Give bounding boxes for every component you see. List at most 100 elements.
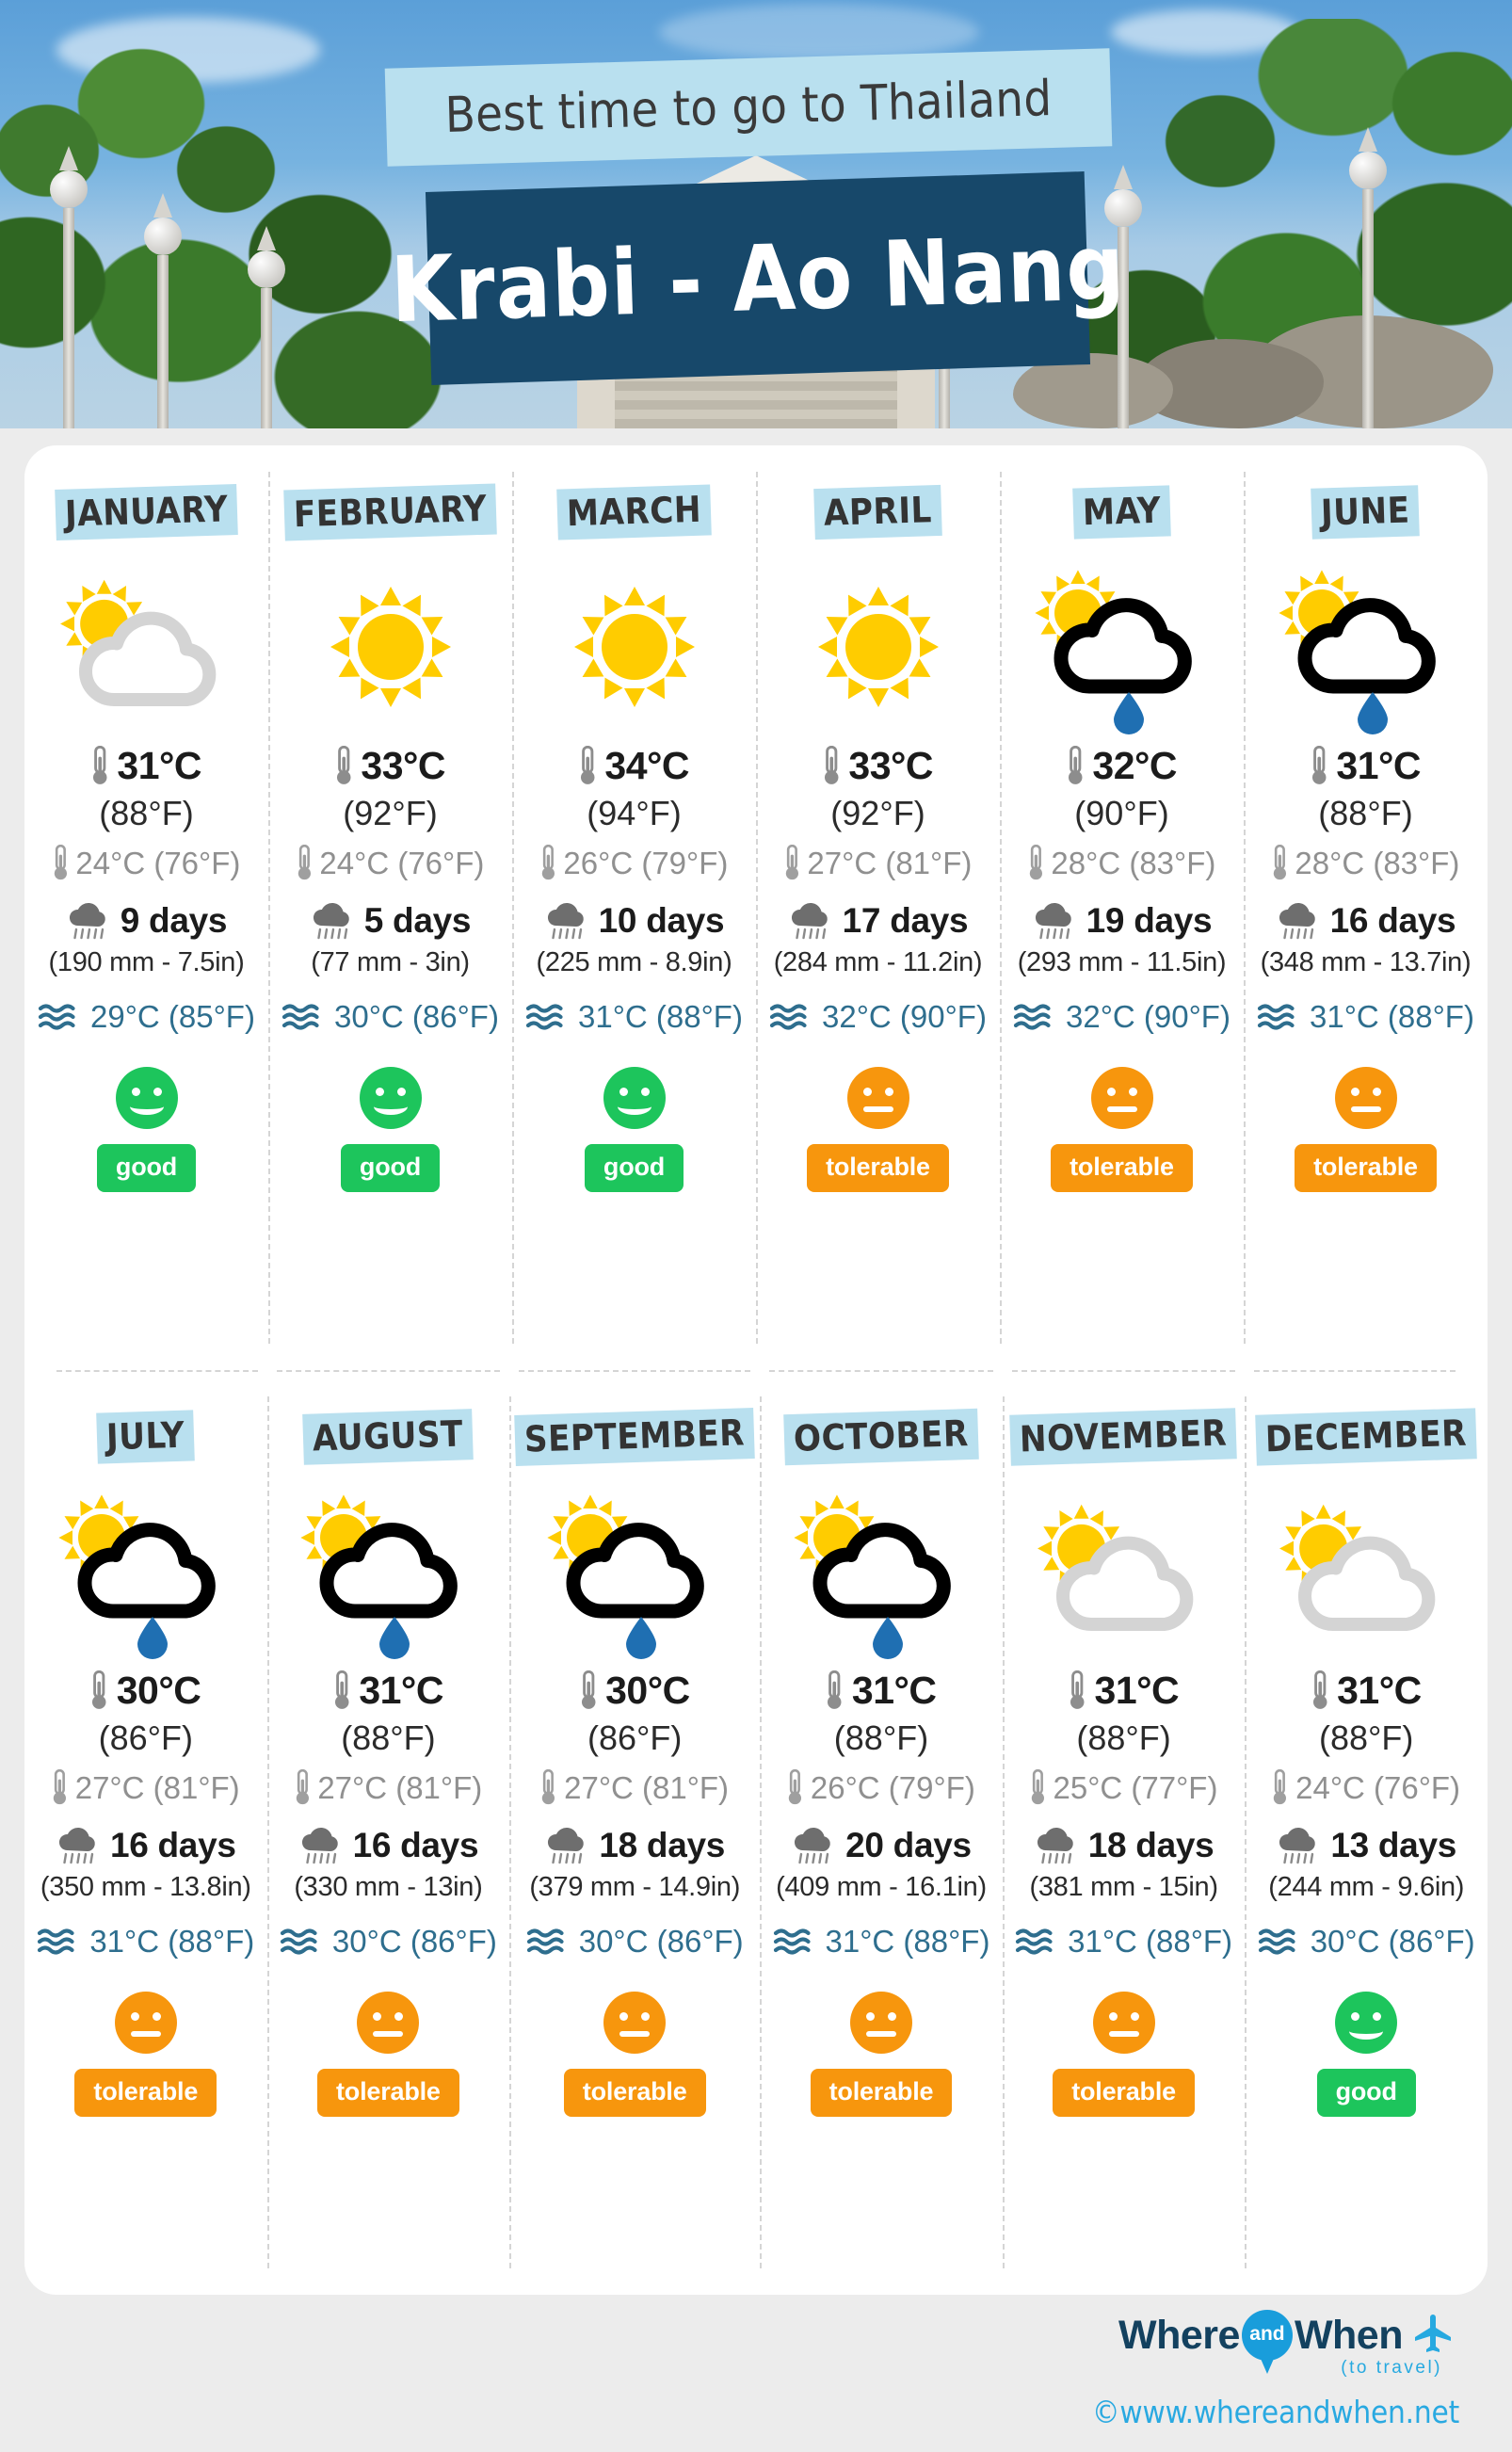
- max-temp-celsius: 33°C: [361, 744, 446, 787]
- hero-subtitle-banner: Best time to go to Thailand: [384, 48, 1113, 167]
- month-column: FEBRUARY 33°C (92°F) 24°C (76°F) 5 days …: [268, 445, 512, 1370]
- month-name: JUNE: [1320, 489, 1411, 534]
- sun-cloud-rain-icon: [47, 1485, 245, 1659]
- month-name: OCTOBER: [793, 1412, 970, 1460]
- month-label-badge: SEPTEMBER: [514, 1408, 755, 1466]
- month-name: APRIL: [823, 489, 933, 534]
- page-title: Krabi - Ao Nang: [389, 214, 1127, 343]
- month-column: JULY 30°C (86°F) 27°C (81°F) 16 days (35…: [24, 1370, 267, 2295]
- waves-icon: [1257, 1001, 1300, 1033]
- rain-amount: (330 mm - 13in): [294, 1872, 483, 1902]
- rain-cloud-icon: [1276, 902, 1321, 940]
- min-temp: 26°C (79°F): [810, 1770, 975, 1805]
- infographic-page: Best time to go to Thailand Krabi - Ao N…: [0, 0, 1512, 2452]
- waves-icon: [37, 1926, 80, 1958]
- min-temp: 27°C (81°F): [74, 1770, 240, 1805]
- max-temperature-row: 33°C: [762, 744, 994, 788]
- sun-icon: [536, 560, 733, 734]
- waves-icon: [1015, 1926, 1058, 1958]
- lamp-post: [50, 146, 88, 428]
- min-temp: 24°C (76°F): [319, 846, 485, 880]
- rain-days-row: 17 days: [762, 901, 994, 941]
- max-temp-celsius: 30°C: [605, 1669, 690, 1712]
- rain-days: 5 days: [363, 901, 472, 940]
- min-temperature-row: 26°C (79°F): [765, 1769, 997, 1807]
- thermometer-icon: [52, 1769, 68, 1807]
- rating-badge: tolerable: [1051, 1144, 1193, 1192]
- rating-block: tolerable: [1249, 1067, 1482, 1192]
- month-stats: 31°C (88°F) 24°C (76°F) 9 days (190 mm -…: [30, 740, 263, 1192]
- min-temp: 27°C (81°F): [564, 1770, 730, 1805]
- month-stats: 31°C (88°F) 26°C (79°F) 20 days (409 mm …: [765, 1665, 997, 2117]
- sea-temp: 32°C (90°F): [1066, 999, 1231, 1034]
- rain-cloud-icon: [310, 902, 355, 940]
- lamp-post: [248, 226, 285, 428]
- rain-days: 18 days: [1087, 1826, 1214, 1864]
- max-temp-celsius: 33°C: [848, 744, 934, 787]
- sea-temperature-row: 30°C (86°F): [1250, 1924, 1482, 1960]
- sea-temp: 30°C (86°F): [578, 1924, 744, 1959]
- thermometer-icon: [335, 745, 352, 787]
- max-temperature-row: 31°C: [30, 744, 263, 788]
- rain-days-row: 5 days: [274, 901, 507, 941]
- rain-days: 16 days: [109, 1826, 236, 1864]
- month-label-badge: JULY: [96, 1410, 196, 1464]
- neutral-face-icon: [846, 1067, 909, 1129]
- rating-block: tolerable: [765, 1992, 997, 2117]
- sun-behind-cloud-icon: [1267, 1485, 1465, 1659]
- rain-cloud-icon: [56, 1827, 101, 1864]
- rain-cloud-icon: [1034, 1827, 1079, 1864]
- min-temperature-row: 27°C (81°F): [762, 845, 994, 882]
- month-stats: 30°C (86°F) 27°C (81°F) 16 days (350 mm …: [30, 1665, 262, 2117]
- month-column: JUNE 31°C (88°F) 28°C (83°F) 16 days (34…: [1244, 445, 1488, 1370]
- waves-icon: [773, 1926, 816, 1958]
- rain-days-row: 20 days: [765, 1826, 997, 1865]
- thermometer-icon: [823, 745, 840, 787]
- min-temperature-row: 27°C (81°F): [273, 1769, 505, 1807]
- sea-temperature-row: 31°C (88°F): [765, 1924, 997, 1960]
- site-logo[interactable]: Where and When: [970, 2305, 1459, 2374]
- thermometer-icon: [297, 845, 313, 882]
- month-label-badge: FEBRUARY: [283, 483, 497, 541]
- min-temperature-row: 24°C (76°F): [274, 845, 507, 882]
- waves-icon: [280, 1926, 323, 1958]
- max-temp-celsius: 34°C: [604, 744, 690, 787]
- min-temperature-row: 27°C (81°F): [30, 1769, 262, 1807]
- rain-amount: (409 mm - 16.1in): [776, 1872, 987, 1902]
- max-temperature-row: 32°C: [1005, 744, 1238, 788]
- rain-cloud-icon: [791, 1827, 836, 1864]
- month-label-badge: MARCH: [556, 484, 712, 540]
- neutral-face-icon: [1334, 1067, 1397, 1129]
- sea-temperature-row: 31°C (88°F): [1008, 1924, 1240, 1960]
- min-temp: 27°C (81°F): [317, 1770, 483, 1805]
- rating-badge: good: [96, 1144, 197, 1192]
- rating-badge: good: [584, 1144, 684, 1192]
- thermometer-icon: [1311, 745, 1327, 787]
- rating-block: tolerable: [30, 1992, 262, 2117]
- rating-block: tolerable: [515, 1992, 754, 2117]
- min-temperature-row: 26°C (79°F): [518, 845, 750, 882]
- sun-cloud-rain-icon: [536, 1485, 733, 1659]
- sea-temp: 31°C (88°F): [1310, 999, 1474, 1034]
- rain-days: 10 days: [598, 901, 725, 940]
- rain-days: 13 days: [1330, 1826, 1457, 1864]
- max-temp-fahrenheit: (88°F): [1076, 1718, 1171, 1757]
- rain-cloud-icon: [788, 902, 833, 940]
- waves-icon: [281, 1001, 325, 1033]
- sea-temp: 31°C (88°F): [1068, 1924, 1233, 1959]
- rating-block: good: [1250, 1992, 1482, 2117]
- min-temp: 25°C (77°F): [1053, 1770, 1218, 1805]
- max-temp-celsius: 32°C: [1092, 744, 1178, 787]
- month-name: NOVEMBER: [1019, 1412, 1229, 1460]
- thermometer-icon: [580, 1670, 597, 1712]
- sea-temperature-row: 30°C (86°F): [515, 1924, 754, 1960]
- sea-temperature-row: 31°C (88°F): [518, 999, 750, 1035]
- thermometer-icon: [826, 1670, 843, 1712]
- waves-icon: [525, 1001, 569, 1033]
- waves-icon: [526, 1926, 570, 1958]
- rating-block: tolerable: [1005, 1067, 1238, 1192]
- logo-where-text: Where: [1118, 2312, 1240, 2358]
- site-url[interactable]: ©www.whereandwhen.net: [970, 2394, 1459, 2430]
- weather-table-card: JANUARY 31°C (88°F) 24°C (76°F) 9 days (…: [24, 445, 1488, 2295]
- rain-amount: (284 mm - 11.2in): [773, 947, 983, 977]
